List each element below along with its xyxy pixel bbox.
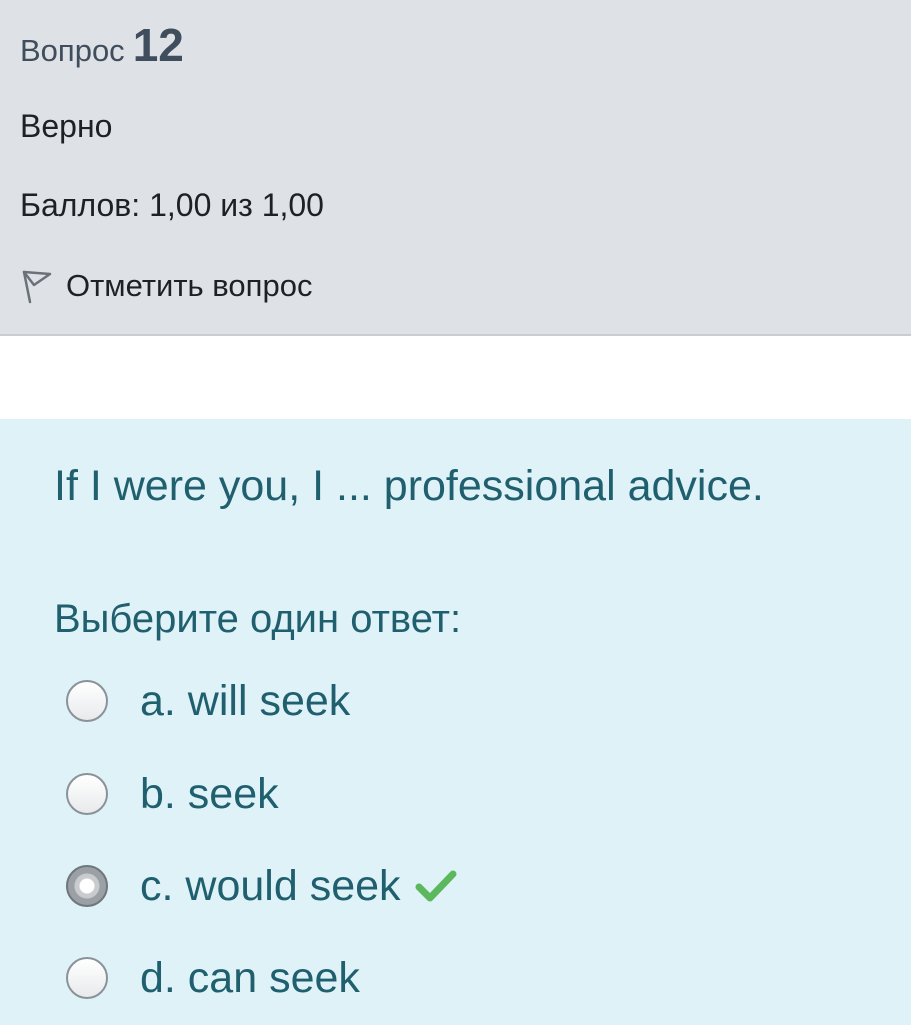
question-info-panel: Вопрос 12 Верно Баллов: 1,00 из 1,00 Отме… [0, 0, 911, 336]
question-word: Вопрос [20, 33, 125, 68]
answer-option-c[interactable]: c. would seek [66, 856, 457, 916]
question-state: Верно [20, 108, 113, 144]
answer-option-label[interactable]: a. will seek [140, 677, 350, 726]
answer-option-label[interactable]: b. seek [140, 770, 279, 819]
answer-option-label[interactable]: d. can seek [140, 954, 360, 1003]
flag-question-button[interactable]: Отметить вопрос [18, 266, 312, 306]
question-grade: Баллов: 1,00 из 1,00 [20, 187, 324, 223]
flag-question-label: Отметить вопрос [66, 268, 313, 303]
answer-prompt: Выберите один ответ: [54, 597, 462, 641]
question-text: If I were you, I ... professional advice… [54, 462, 764, 510]
answer-option-d[interactable]: d. can seek [66, 948, 360, 1008]
flag-outline-icon [22, 270, 52, 304]
answer-option-a[interactable]: a. will seek [66, 671, 350, 731]
answer-option-label[interactable]: c. would seek [140, 862, 401, 911]
question-number: 12 [132, 19, 184, 71]
question-number-heading: Вопрос 12 [20, 18, 184, 72]
radio-button[interactable] [66, 680, 108, 722]
radio-button[interactable] [66, 957, 108, 999]
radio-button[interactable] [66, 773, 108, 815]
check-icon [415, 870, 457, 902]
answer-option-b[interactable]: b. seek [66, 764, 279, 824]
radio-button-selected[interactable] [66, 865, 108, 907]
